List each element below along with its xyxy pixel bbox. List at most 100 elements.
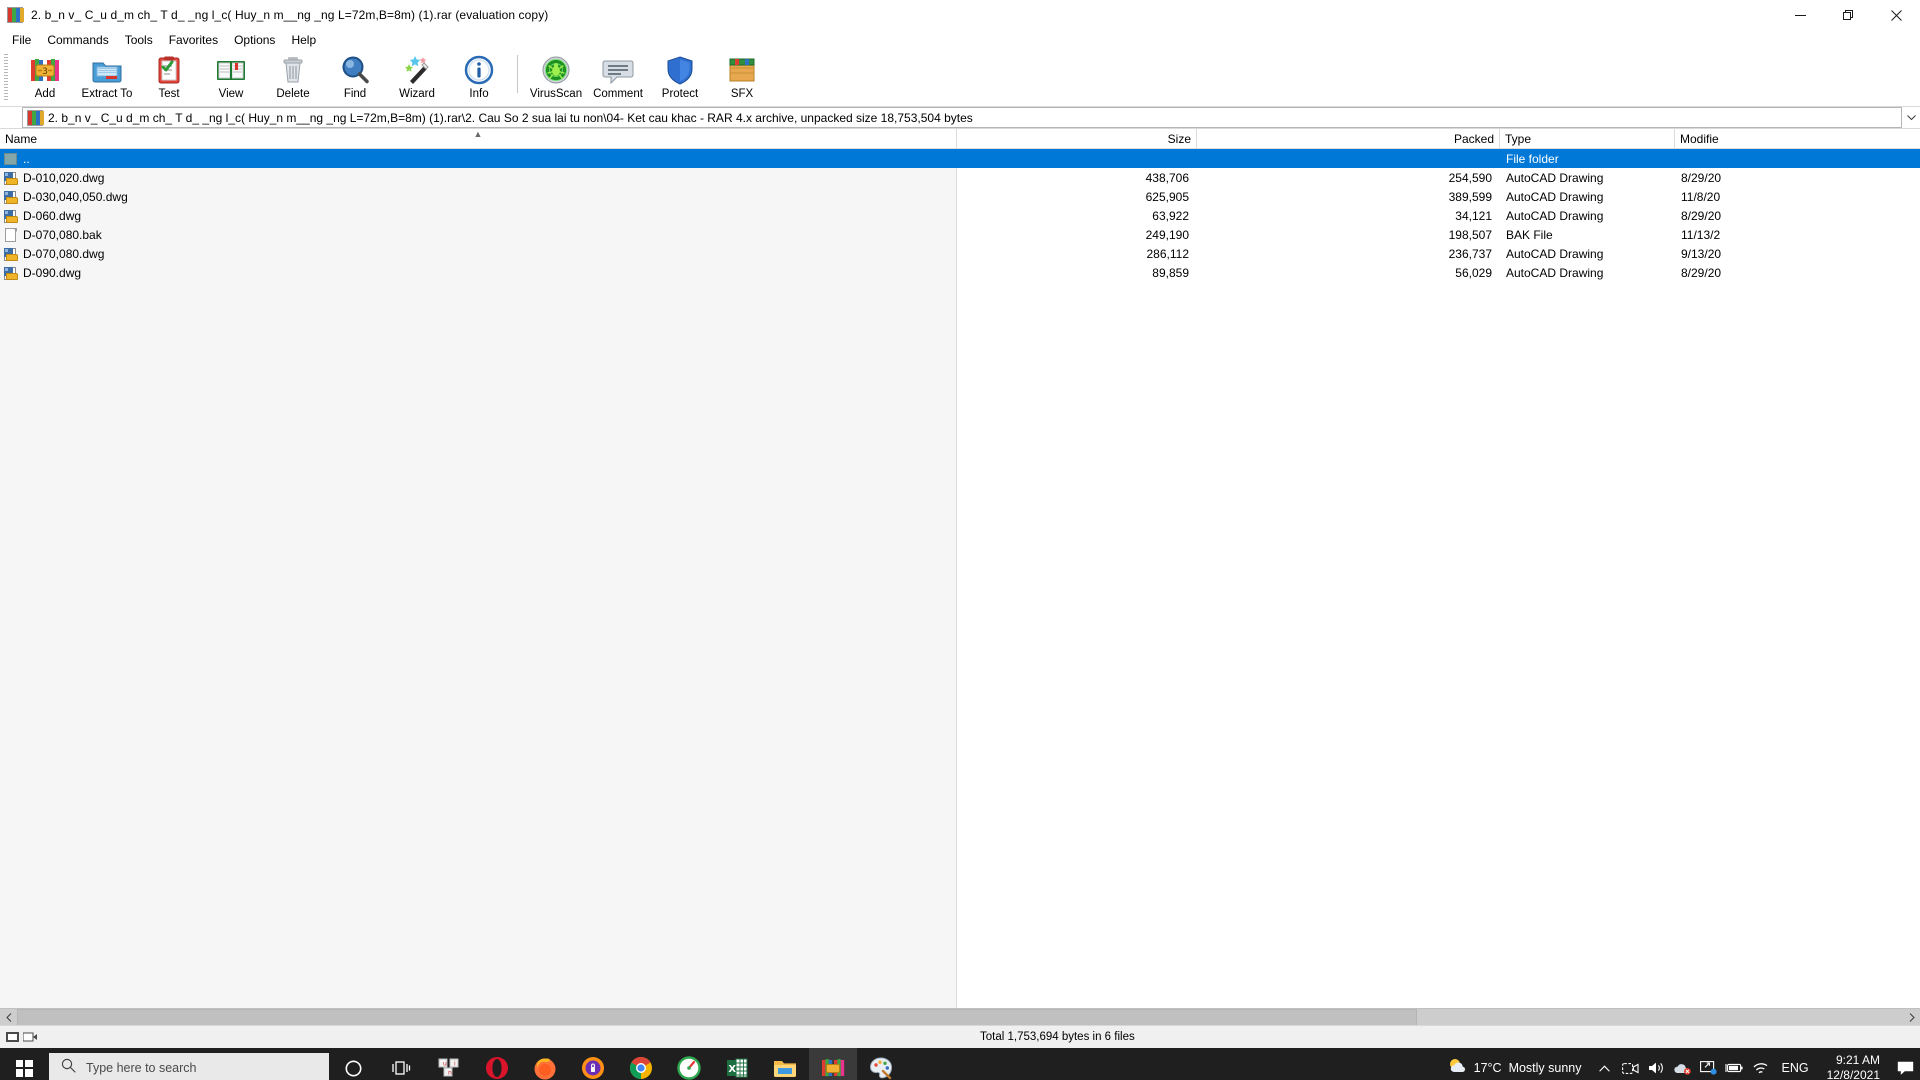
winrar-icon[interactable] — [809, 1048, 857, 1080]
menu-help[interactable]: Help — [283, 31, 324, 49]
svg-text:3: 3 — [42, 67, 48, 77]
menu-tools[interactable]: Tools — [117, 31, 161, 49]
svg-text:u: u — [443, 1061, 447, 1068]
avast-secure-browser-icon[interactable] — [569, 1048, 617, 1080]
extract-to-button[interactable]: Extract To — [76, 50, 138, 103]
unikey-app-icon[interactable]: u i n — [425, 1048, 473, 1080]
toolbar-grip[interactable] — [4, 54, 8, 100]
file-name-label: D-070,080.bak — [23, 227, 102, 242]
protect-button-label: Protect — [661, 88, 699, 100]
cell-modified: 11/8/20 — [1681, 189, 1721, 204]
search-input[interactable]: Type here to search — [49, 1053, 329, 1080]
chevron-up-icon[interactable] — [1592, 1048, 1618, 1080]
test-button[interactable]: Test — [138, 50, 200, 103]
weather-temperature: 17°C — [1473, 1061, 1502, 1075]
delete-trash-icon — [277, 54, 309, 86]
battery-icon[interactable] — [1722, 1048, 1748, 1080]
view-button[interactable]: View — [200, 50, 262, 103]
file-name-label: D-090.dwg — [23, 265, 82, 280]
find-button[interactable]: Find — [324, 50, 386, 103]
column-header-packed[interactable]: Packed — [1197, 129, 1500, 148]
screen-share-icon[interactable] — [1696, 1048, 1722, 1080]
menu-file[interactable]: File — [4, 31, 39, 49]
info-circle-icon — [463, 54, 495, 86]
menu-favorites[interactable]: Favorites — [161, 31, 226, 49]
address-combobox[interactable]: 2. b_n v_ C_u d_m ch_ T d_ _ng l_c( Huy_… — [22, 107, 1902, 128]
cell-modified: 8/29/20 — [1681, 265, 1722, 280]
info-button[interactable]: Info — [448, 50, 510, 103]
start-button[interactable] — [0, 1048, 48, 1080]
clock[interactable]: 9:21 AM 12/8/2021 — [1817, 1053, 1890, 1080]
scrollbar-track[interactable] — [17, 1008, 1903, 1026]
chevron-left-icon[interactable] — [0, 1008, 17, 1026]
sort-ascending-icon: ▲ — [473, 129, 483, 139]
winrar-books-icon — [7, 7, 24, 23]
onedrive-paused-icon[interactable] — [1670, 1048, 1696, 1080]
file-explorer-icon[interactable] — [761, 1048, 809, 1080]
delete-button-label: Delete — [276, 88, 310, 100]
menu-commands[interactable]: Commands — [39, 31, 116, 49]
scrollbar-thumb[interactable] — [17, 1008, 1417, 1026]
cell-type: AutoCAD Drawing — [1506, 189, 1604, 204]
meet-now-icon[interactable] — [1618, 1048, 1644, 1080]
google-chrome-icon[interactable] — [617, 1048, 665, 1080]
delete-button[interactable]: Delete — [262, 50, 324, 103]
restore-icon[interactable] — [1824, 0, 1872, 30]
autocad-dwg-icon — [3, 246, 19, 262]
table-row[interactable]: D-070,080.dwg 286,112 236,737 AutoCAD Dr… — [0, 244, 1920, 263]
windows-logo-icon — [15, 1059, 33, 1077]
menu-options[interactable]: Options — [226, 31, 283, 49]
autocad-dwg-icon — [3, 208, 19, 224]
cell-modified: 8/29/20 — [1681, 170, 1722, 185]
parent-folder-icon — [3, 151, 19, 167]
cell-modified: 8/29/20 — [1681, 208, 1722, 223]
virusscan-button[interactable]: VirusScan — [525, 50, 587, 103]
table-row[interactable]: D-090.dwg 89,859 56,029 AutoCAD Drawing … — [0, 263, 1920, 282]
volume-icon[interactable] — [1644, 1048, 1670, 1080]
info-button-label: Info — [469, 88, 489, 100]
cortana-circle-icon[interactable] — [329, 1048, 377, 1080]
weather-widget[interactable]: 17°C Mostly sunny — [1437, 1056, 1592, 1080]
cell-size: 63,922 — [1152, 208, 1189, 223]
table-row[interactable]: D-010,020.dwg 438,706 254,590 AutoCAD Dr… — [0, 168, 1920, 187]
column-header-type[interactable]: Type — [1500, 129, 1675, 148]
chevron-right-icon[interactable] — [1903, 1008, 1920, 1026]
task-view-icon[interactable] — [377, 1048, 425, 1080]
column-header-name[interactable]: Name ▲ — [0, 129, 957, 148]
cell-type: AutoCAD Drawing — [1506, 265, 1604, 280]
cell-name: D-070,080.bak — [0, 227, 957, 243]
column-header-size[interactable]: Size — [957, 129, 1197, 148]
paint-icon[interactable] — [857, 1048, 905, 1080]
close-icon[interactable] — [1872, 0, 1920, 30]
firefox-browser-icon[interactable] — [521, 1048, 569, 1080]
cell-size: 249,190 — [1145, 227, 1189, 242]
table-row[interactable]: D-060.dwg 63,922 34,121 AutoCAD Drawing … — [0, 206, 1920, 225]
add-button[interactable]: 3 Add — [14, 50, 76, 103]
minimize-icon[interactable] — [1776, 0, 1824, 30]
wifi-icon[interactable] — [1748, 1048, 1774, 1080]
partly-sunny-icon — [1447, 1056, 1467, 1080]
language-indicator[interactable]: ENG — [1774, 1061, 1817, 1075]
comment-button[interactable]: Comment — [587, 50, 649, 103]
speed-test-icon[interactable] — [665, 1048, 713, 1080]
action-center-icon[interactable] — [1890, 1048, 1920, 1080]
horizontal-scrollbar[interactable] — [0, 1008, 1920, 1026]
protect-button[interactable]: Protect — [649, 50, 711, 103]
column-header-modified[interactable]: Modifie — [1675, 129, 1920, 148]
cell-size: 286,112 — [1146, 246, 1190, 261]
chevron-down-icon[interactable] — [1902, 107, 1920, 128]
table-row[interactable]: .. File folder — [0, 149, 1920, 168]
table-row[interactable]: D-030,040,050.dwg 625,905 389,599 AutoCA… — [0, 187, 1920, 206]
extract-to-button-label: Extract To — [81, 88, 133, 100]
opera-browser-icon[interactable] — [473, 1048, 521, 1080]
autocad-dwg-icon — [3, 265, 19, 281]
archive-path-text: 2. b_n v_ C_u d_m ch_ T d_ _ng l_c( Huy_… — [48, 110, 973, 125]
archive-status-icon[interactable] — [6, 1032, 19, 1042]
cell-packed: 34,121 — [1455, 208, 1492, 223]
table-row[interactable]: D-070,080.bak 249,190 198,507 BAK File 1… — [0, 225, 1920, 244]
wizard-button[interactable]: Wizard — [386, 50, 448, 103]
sfx-button[interactable]: SFX — [711, 50, 773, 103]
microsoft-excel-icon[interactable]: X — [713, 1048, 761, 1080]
disk-status-icon[interactable] — [22, 1031, 37, 1043]
test-button-label: Test — [158, 88, 180, 100]
